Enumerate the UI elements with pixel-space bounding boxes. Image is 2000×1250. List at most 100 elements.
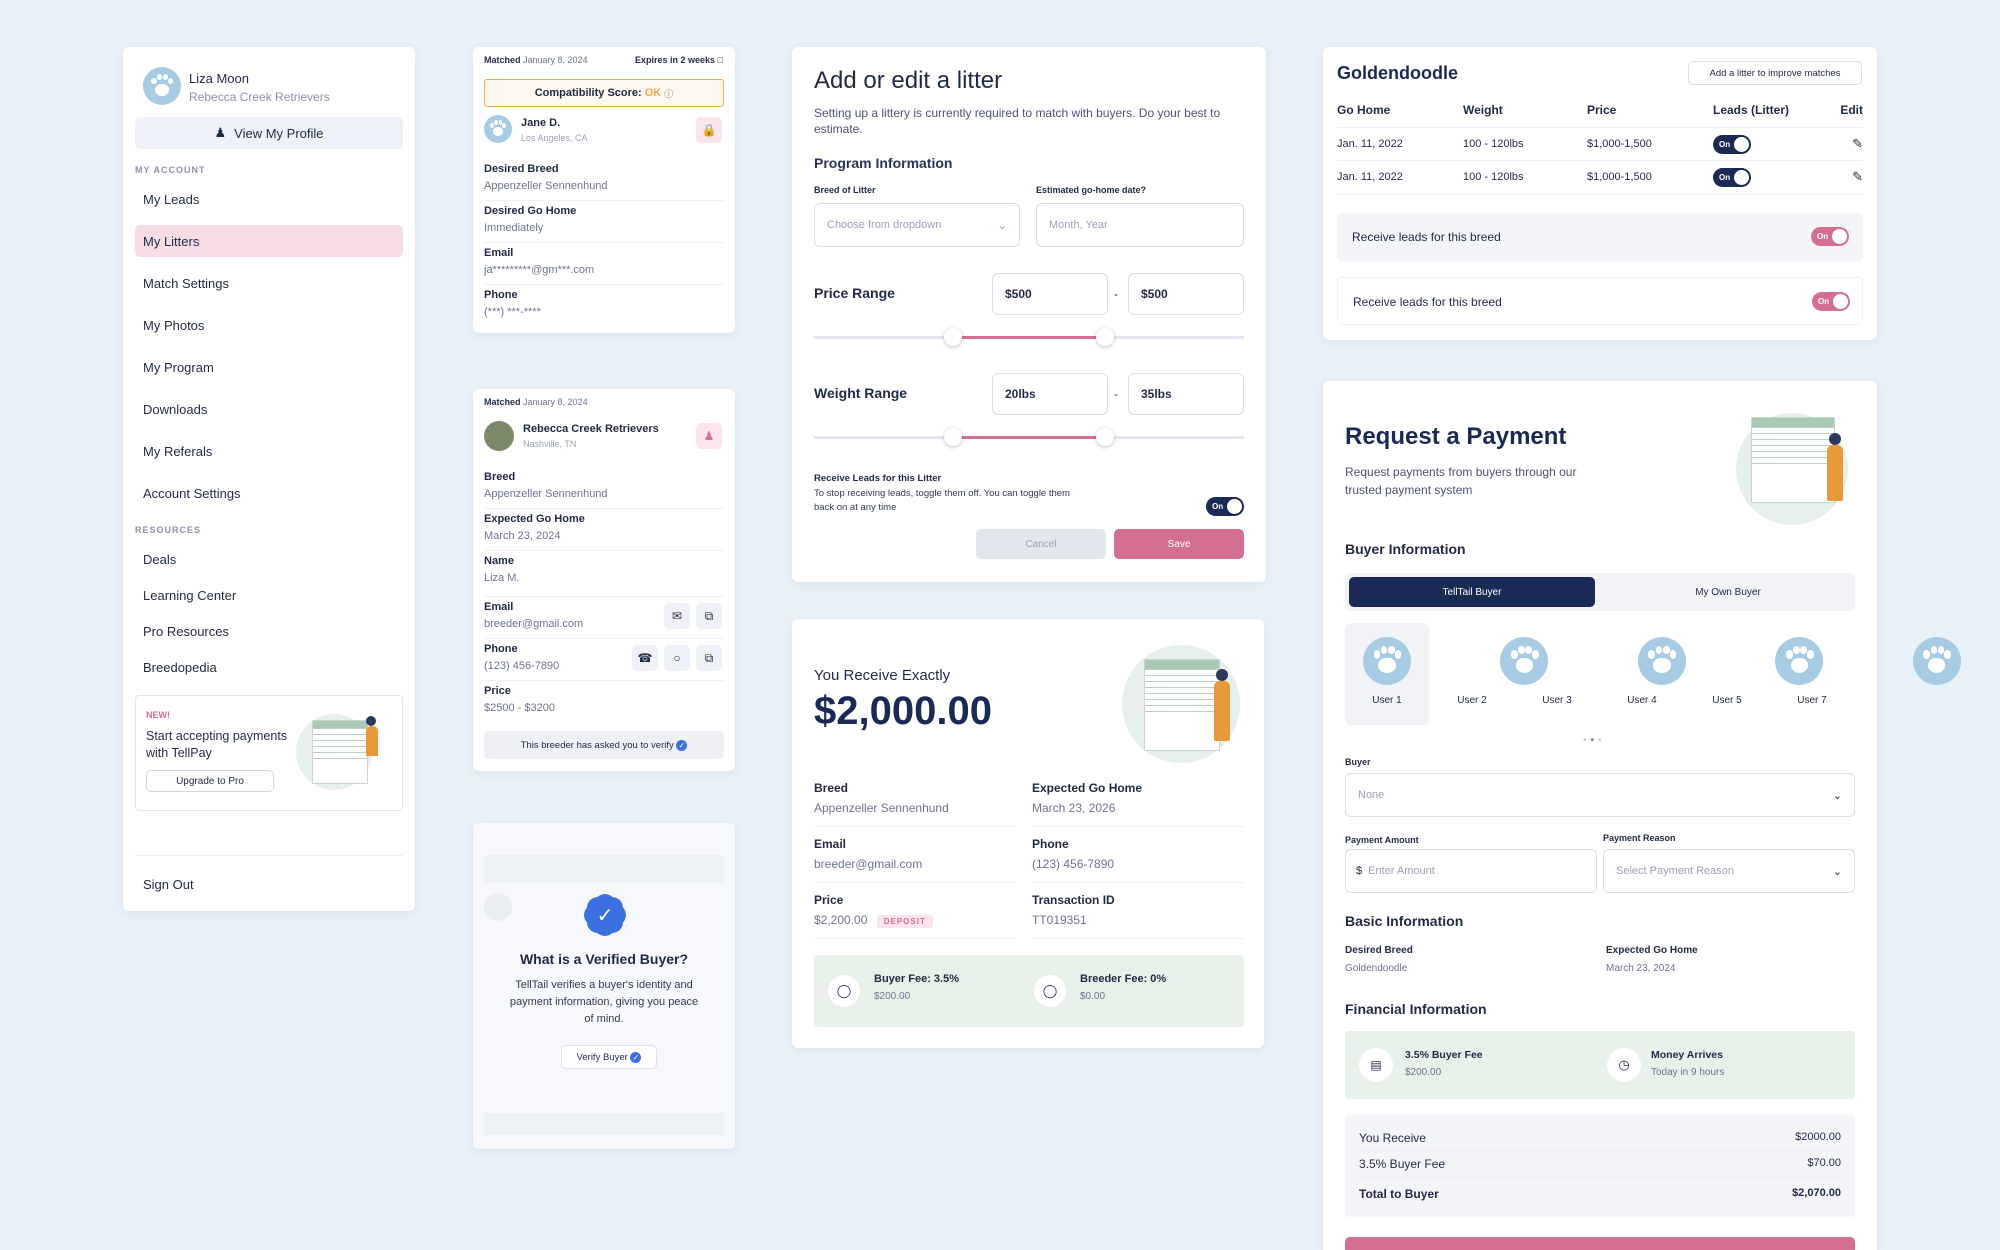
sidebar-item-deals[interactable]: Deals — [135, 543, 403, 575]
user-avatar[interactable] — [1912, 637, 1961, 685]
field-label: Expected Go Home — [1032, 781, 1143, 795]
person-illustration — [366, 726, 378, 756]
verified-check-icon: ✓ — [676, 739, 688, 751]
verify-buyer-button[interactable]: Verify Buyer ✓ — [561, 1045, 657, 1069]
summary-row: You Receive $2000.00 — [1359, 1125, 1841, 1151]
cell-price: $1,000-1,500 — [1587, 171, 1652, 183]
edit-icon[interactable]: ✎ — [1852, 136, 1863, 152]
col-weight: Weight — [1463, 103, 1503, 117]
row-leads-toggle[interactable]: On — [1713, 168, 1751, 187]
reason-select[interactable]: Select Payment Reason ⌄ — [1603, 849, 1855, 893]
fee-value: $200.00 — [1405, 1067, 1442, 1078]
edit-icon[interactable]: ✎ — [1852, 169, 1863, 185]
sidebar-item-downloads[interactable]: Downloads — [135, 393, 403, 425]
sidebar-item-match-settings[interactable]: Match Settings — [135, 267, 403, 299]
match-card-rebecca[interactable]: Matched January 8, 2024 Rebecca Creek Re… — [473, 389, 735, 771]
user-avatar — [1363, 637, 1411, 685]
view-profile-button[interactable]: ♟ View My Profile — [135, 117, 403, 149]
col-leads: Leads (Litter) — [1713, 103, 1790, 117]
match-card-jane[interactable]: Matched January 8, 2024 Expires in 2 wee… — [473, 47, 735, 333]
weight-max-input[interactable]: 35lbs — [1128, 373, 1244, 415]
col-edit: Edit — [1840, 103, 1863, 117]
row-leads-toggle[interactable]: On — [1713, 135, 1751, 154]
price-max-input[interactable]: $500 — [1128, 273, 1244, 315]
sidebar-item-photos[interactable]: My Photos — [135, 309, 403, 341]
breed-leads-toggle[interactable]: On — [1811, 227, 1849, 246]
leads-toggle[interactable]: On — [1206, 497, 1244, 516]
add-litter-button[interactable]: Add a litter to improve matches — [1688, 61, 1862, 85]
field-label: Breed — [484, 471, 516, 483]
save-button[interactable]: Save — [1114, 529, 1244, 559]
cell-go-home: Jan. 11, 2022 — [1337, 171, 1403, 183]
verify-note[interactable]: This breeder has asked you to verify ✓ — [484, 731, 724, 759]
mail-icon[interactable]: ✉ — [664, 603, 690, 629]
field-value: TT019351 — [1032, 913, 1087, 927]
field-value: Immediately — [484, 222, 544, 234]
user-icon[interactable]: ♟ — [696, 423, 722, 449]
weight-slider-handle-max[interactable] — [1096, 428, 1114, 446]
breed-select[interactable]: Choose from dropdown ⌄ — [814, 203, 1020, 247]
match-name: Jane D. — [521, 117, 561, 129]
tab-own-buyer[interactable]: My Own Buyer — [1605, 577, 1851, 607]
sidebar-item-leads[interactable]: My Leads — [135, 183, 403, 215]
payment-title: Request a Payment — [1345, 423, 1567, 450]
weight-min-input[interactable]: 20lbs — [992, 373, 1108, 415]
buyer-fee-label: Buyer Fee: 3.5% — [874, 973, 959, 985]
price-slider-handle-min[interactable] — [944, 328, 962, 346]
matched-line: Matched January 8, 2024 — [484, 397, 588, 407]
program-heading: Program Information — [814, 155, 953, 171]
cancel-button[interactable]: Cancel — [976, 529, 1106, 559]
breed-leads-toggle[interactable]: On — [1812, 292, 1850, 311]
upgrade-button[interactable]: Upgrade to Pro — [146, 770, 274, 792]
fee-label: 3.5% Buyer Fee — [1405, 1049, 1483, 1061]
field-label: Email — [814, 837, 847, 851]
sidebar-item-account-settings[interactable]: Account Settings — [135, 477, 403, 509]
litter-subtitle: Setting up a littery is currently requir… — [814, 106, 1221, 136]
col-go-home: Go Home — [1337, 103, 1391, 117]
litter-title: Add or edit a litter — [814, 67, 1003, 94]
sign-out-link[interactable]: Sign Out — [143, 877, 194, 892]
faded-avatar — [484, 893, 512, 921]
submit-payment-button[interactable] — [1345, 1237, 1855, 1250]
sidebar-item-referals[interactable]: My Referals — [135, 435, 403, 467]
weight-range-label: Weight Range — [814, 385, 908, 401]
summary-box: You Receive $2000.00 3.5% Buyer Fee $70.00… — [1345, 1115, 1855, 1217]
user-avatar[interactable] — [1500, 637, 1549, 685]
table-header: Go Home Weight Price Leads (Litter) Edit — [1337, 103, 1863, 127]
copy-icon[interactable]: ⧉ — [696, 603, 722, 629]
weight-slider-handle-min[interactable] — [944, 428, 962, 446]
credit-card-icon: ▤ — [1359, 1048, 1393, 1082]
sidebar-item-learning-center[interactable]: Learning Center — [135, 579, 403, 611]
price-min-input[interactable]: $500 — [992, 273, 1108, 315]
price-slider-handle-max[interactable] — [1096, 328, 1114, 346]
verified-badge-icon-inner: ✓ — [587, 897, 623, 933]
copy-icon[interactable]: ⧉ — [696, 645, 722, 671]
sidebar-item-pro-resources[interactable]: Pro Resources — [135, 615, 403, 647]
field-label: Name — [484, 555, 514, 567]
date-input[interactable]: Month, Year — [1036, 203, 1244, 247]
arrives-label: Money Arrives — [1651, 1049, 1723, 1061]
person-illustration — [1214, 681, 1230, 741]
user-avatar[interactable] — [1637, 637, 1686, 685]
kennel-avatar — [484, 421, 514, 451]
faded-button — [484, 1113, 724, 1135]
calendar-icon: □ — [717, 55, 723, 65]
phone-icon[interactable]: ☎ — [632, 645, 658, 671]
match-location: Nashville, TN — [523, 439, 577, 449]
buyer-select[interactable]: None ⌄ — [1345, 773, 1855, 817]
desired-breed-value: Goldendoodle — [1345, 963, 1408, 974]
tab-telltail-buyer[interactable]: TellTail Buyer — [1349, 577, 1595, 607]
verified-text: TellTail verifies a buyer's identity and… — [509, 979, 699, 1025]
receive-amount: $2,000.00 — [814, 689, 992, 733]
sidebar-item-program[interactable]: My Program — [135, 351, 403, 383]
amount-input[interactable]: $ Enter Amount — [1345, 849, 1597, 893]
sidebar-item-breedopedia[interactable]: Breedopedia — [135, 651, 403, 683]
cell-weight: 100 - 120lbs — [1463, 138, 1524, 150]
sidebar-item-litters[interactable]: My Litters — [135, 225, 403, 257]
buyer-fee-value: $200.00 — [874, 991, 911, 1002]
carousel-dots[interactable]: ••• — [1583, 735, 1606, 746]
field-label: Phone — [1032, 837, 1069, 851]
chat-icon[interactable]: ○ — [664, 645, 690, 671]
user-avatar[interactable] — [1775, 637, 1824, 685]
lock-icon[interactable]: 🔒 — [696, 117, 722, 143]
